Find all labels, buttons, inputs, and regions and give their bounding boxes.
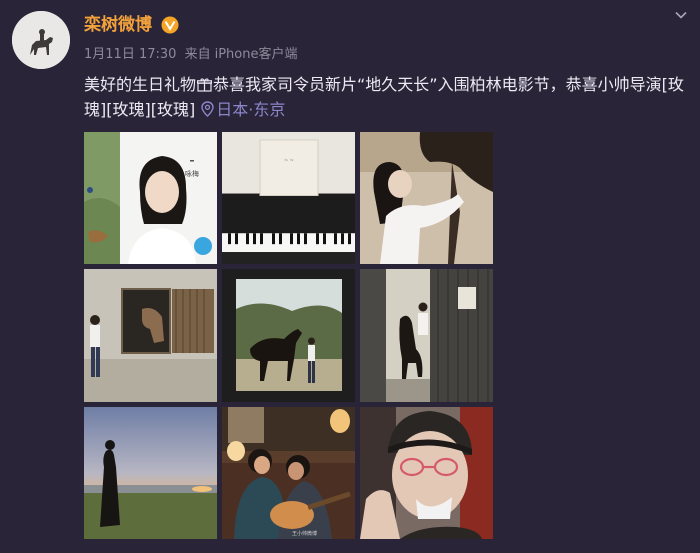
gift-icon (197, 78, 213, 92)
poster-actor-name: 咏梅 (185, 169, 199, 178)
photo-thumbnail-9[interactable] (360, 407, 493, 539)
photo-thumbnail-3[interactable] (360, 132, 493, 264)
avatar-horse-rider-image (12, 11, 70, 69)
rose-emoji: [玫瑰] (150, 100, 196, 119)
photo-thumbnail-8[interactable]: 王小帅微博 (222, 407, 355, 539)
verified-badge-icon (161, 16, 179, 34)
location-pin-icon (201, 101, 214, 117)
photo-thumbnail-7[interactable] (84, 407, 217, 539)
location-link[interactable]: 日本·东京 (195, 100, 285, 119)
photo-watermark: 王小帅微博 (292, 530, 317, 537)
username[interactable]: 栾树微博 (84, 13, 152, 37)
photo-thumbnail-2[interactable]: ~ ~ (222, 132, 355, 264)
rose-emoji: [玫瑰] (106, 100, 151, 119)
avatar[interactable] (12, 11, 70, 69)
photo-grid: 咏梅 ~ ~ 王小帅微博 (84, 132, 493, 539)
post-text-part2: 恭喜我家司令员新片“地久天长”入围柏林电影节，恭喜小帅导演 (213, 75, 662, 94)
photo-thumbnail-1[interactable]: 咏梅 (84, 132, 217, 264)
location-label: 日本·东京 (216, 100, 286, 119)
post-timestamp[interactable]: 1月11日 17:30 (84, 47, 176, 62)
post-text-part1: 美好的生日礼物 (84, 75, 197, 94)
post-body: 美好的生日礼物 恭喜我家司令员新片“地久天长”入围柏林电影节，恭喜小帅导演 [玫瑰]… (84, 72, 690, 122)
source-prefix: 来自 (184, 47, 211, 62)
chevron-down-icon[interactable] (674, 8, 688, 22)
post-source[interactable]: iPhone客户端 (215, 47, 298, 62)
svg-text:~ ~: ~ ~ (284, 158, 294, 164)
photo-thumbnail-5[interactable] (222, 269, 355, 402)
photo-thumbnail-6[interactable] (360, 269, 493, 402)
post-meta: 1月11日 17:30 来自 iPhone客户端 (84, 46, 301, 64)
photo-thumbnail-4[interactable] (84, 269, 217, 402)
